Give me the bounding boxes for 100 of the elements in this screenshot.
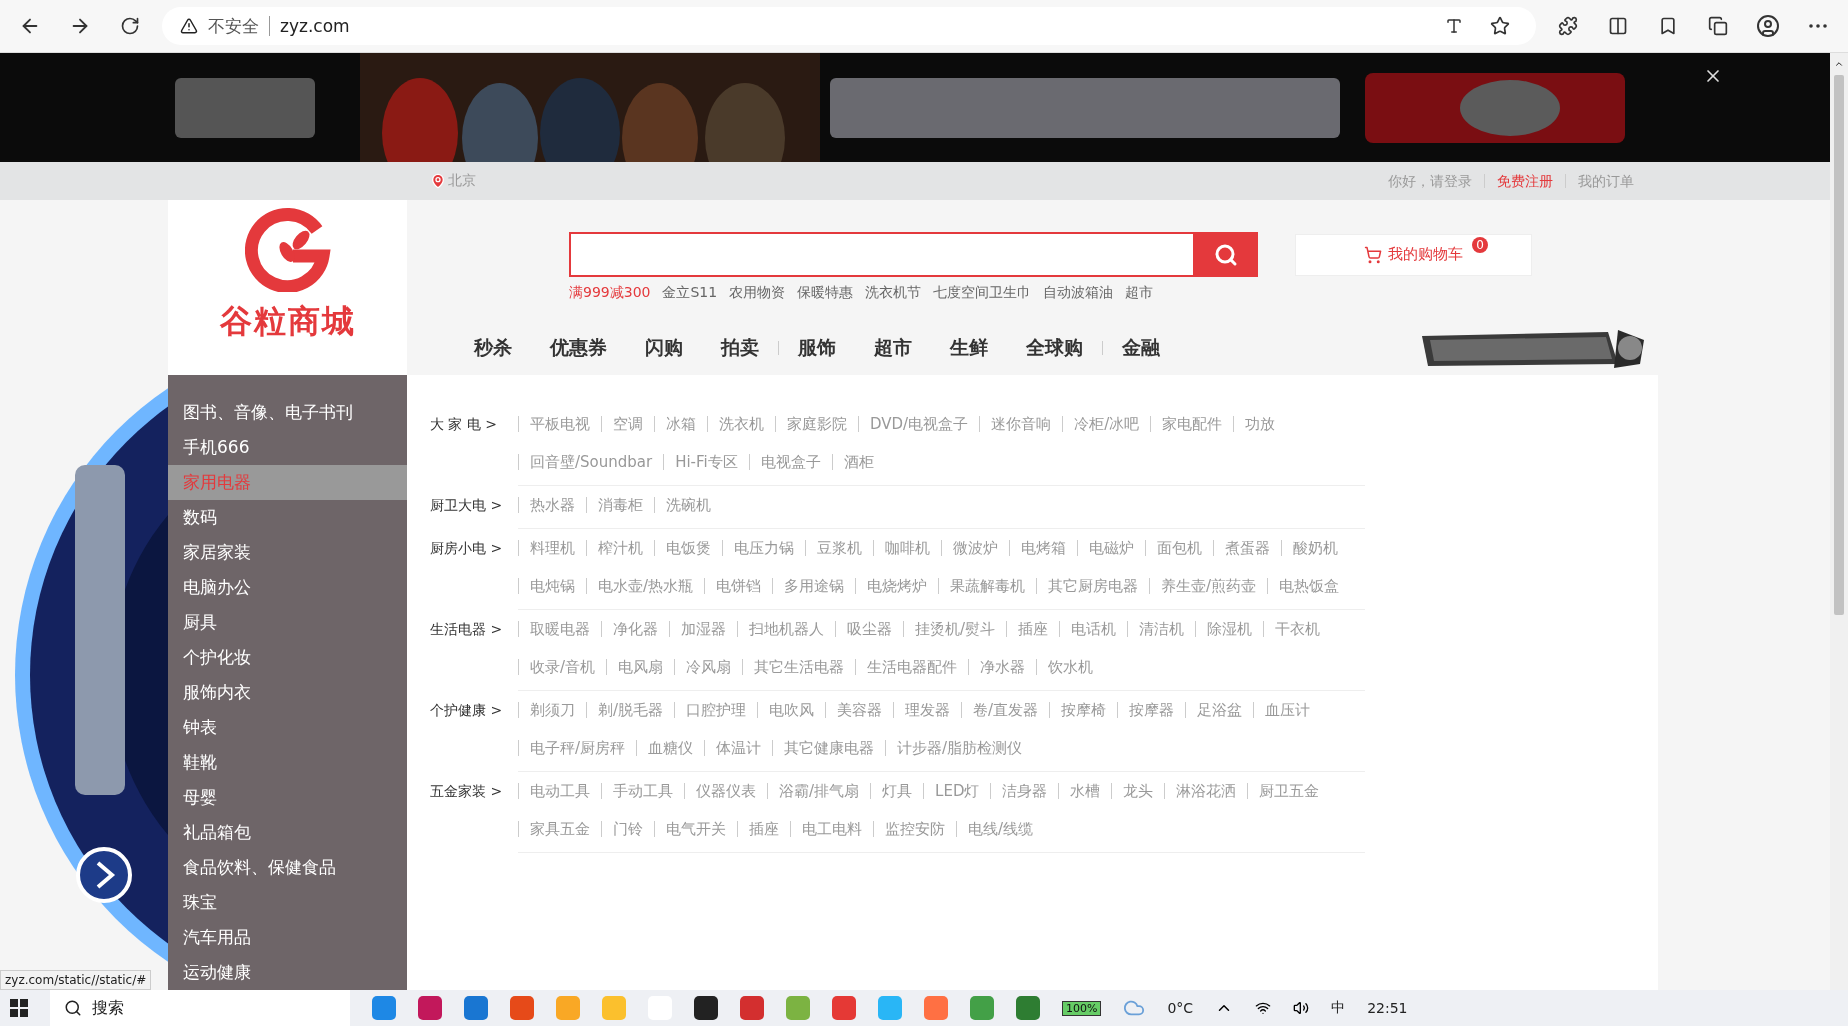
category-item[interactable]: 运动健康 [168, 955, 407, 990]
subcategory-link[interactable]: 其它厨房电器 [1036, 578, 1150, 594]
subcategory-link[interactable]: 电线/线缆 [956, 821, 1045, 837]
category-item[interactable]: 个护化妆 [168, 640, 407, 675]
nav-link[interactable]: 优惠券 [531, 335, 626, 361]
subcategory-link[interactable]: 口腔护理 [674, 702, 758, 718]
subcategory-link[interactable]: 平板电视 [518, 416, 601, 432]
nav-link[interactable]: 拍卖 [702, 335, 778, 361]
subcategory-link[interactable]: 电气开关 [654, 821, 737, 837]
category-item[interactable]: 服饰内衣 [168, 675, 407, 710]
address-bar[interactable]: 不安全 zyz.com [162, 7, 1536, 45]
subcategory-link[interactable]: 电烤箱 [1009, 540, 1077, 556]
subcategory-link[interactable]: 加湿器 [669, 621, 737, 637]
volume-icon[interactable] [1293, 1000, 1310, 1016]
subcategory-link[interactable]: 血糖仪 [636, 740, 705, 756]
subcategory-link[interactable]: DVD/电视盒子 [858, 416, 980, 432]
category-item[interactable]: 汽车用品 [168, 920, 407, 955]
hot-word-link[interactable]: 洗衣机节 [865, 284, 922, 302]
subcategory-link[interactable]: 清洁机 [1127, 621, 1196, 637]
subcategory-link[interactable]: 门铃 [601, 821, 654, 837]
subcategory-link[interactable]: 挂烫机/熨斗 [903, 621, 1007, 637]
subcategory-link[interactable]: 计步器/脂肪检测仪 [885, 740, 1034, 756]
subcategory-link[interactable]: 龙头 [1111, 783, 1165, 799]
hot-word-link[interactable]: 农用物资 [729, 284, 786, 302]
category-item[interactable]: 家居家装 [168, 535, 407, 570]
input-method-text[interactable]: 中 [1331, 999, 1346, 1017]
category-item[interactable]: 厨具 [168, 605, 407, 640]
subcategory-link[interactable]: 洗衣机 [707, 416, 775, 432]
subcategory-link[interactable]: 电吹风 [757, 702, 826, 718]
scrollbar-thumb[interactable] [1834, 75, 1844, 615]
hot-word-link[interactable]: 保暖特惠 [797, 284, 854, 302]
hot-word-link[interactable]: 金立S11 [662, 284, 718, 302]
windows-start-icon[interactable] [10, 999, 28, 1017]
nav-link[interactable]: 金融 [1103, 335, 1179, 361]
subcategory-link[interactable]: 浴霸/排气扇 [767, 783, 871, 799]
taskbar-search-field[interactable]: 搜索 [50, 990, 350, 1026]
subcategory-link[interactable]: 电热饭盒 [1267, 578, 1351, 594]
subcategory-link[interactable]: 冰箱 [654, 416, 707, 432]
subcategory-link[interactable]: 水槽 [1058, 783, 1112, 799]
nav-link[interactable]: 全球购 [1007, 335, 1102, 361]
subcategory-link[interactable]: 料理机 [518, 540, 586, 556]
hot-word-link[interactable]: 七度空间卫生巾 [933, 284, 1032, 302]
subcategory-link[interactable]: 迷你音响 [979, 416, 1063, 432]
subcategory-link[interactable]: 冷柜/冰吧 [1062, 416, 1151, 432]
category-item[interactable]: 食品饮料、保健食品 [168, 850, 407, 885]
subcategory-link[interactable]: 体温计 [704, 740, 773, 756]
nav-link[interactable]: 闪购 [626, 335, 702, 361]
nav-link[interactable]: 秒杀 [455, 335, 531, 361]
subcategory-link[interactable]: 取暖电器 [518, 621, 601, 637]
nav-link[interactable]: 生鲜 [931, 335, 1007, 361]
subcategory-link[interactable]: 电磁炉 [1077, 540, 1145, 556]
subcategory-link[interactable]: 家庭影院 [775, 416, 858, 432]
category-item[interactable]: 珠宝 [168, 885, 407, 920]
subcategory-link[interactable]: 酸奶机 [1281, 540, 1349, 556]
subcategory-link[interactable]: 干衣机 [1263, 621, 1332, 637]
subcategory-title[interactable]: 五金家装 > [430, 772, 518, 853]
subcategory-link[interactable]: 电动工具 [518, 783, 601, 799]
subcategory-link[interactable]: 电压力锅 [722, 540, 805, 556]
subcategory-link[interactable]: 家具五金 [518, 821, 601, 837]
subcategory-link[interactable]: 厨卫五金 [1247, 783, 1331, 799]
subcategory-link[interactable]: Hi-Fi专区 [663, 454, 749, 470]
subcategory-link[interactable]: 洗碗机 [654, 497, 722, 513]
subcategory-link[interactable]: 其它健康电器 [772, 740, 886, 756]
subcategory-link[interactable]: 功放 [1233, 416, 1287, 432]
subcategory-link[interactable]: 面包机 [1145, 540, 1213, 556]
nav-link[interactable]: 超市 [855, 335, 931, 361]
subcategory-link[interactable]: 电话机 [1059, 621, 1128, 637]
subcategory-link[interactable]: 按摩器 [1117, 702, 1186, 718]
subcategory-link[interactable]: 回音壁/Soundbar [518, 454, 664, 470]
subcategory-link[interactable]: 仪器仪表 [684, 783, 767, 799]
subcategory-link[interactable]: 净水器 [968, 659, 1037, 675]
subcategory-link[interactable]: 洁身器 [990, 783, 1059, 799]
subcategory-link[interactable]: 家电配件 [1150, 416, 1234, 432]
subcategory-link[interactable]: 插座 [737, 821, 790, 837]
subcategory-link[interactable]: 多用途锅 [772, 578, 856, 594]
subcategory-link[interactable]: 理发器 [893, 702, 962, 718]
subcategory-link[interactable]: 果蔬解毒机 [938, 578, 1037, 594]
subcategory-link[interactable]: 收录/音机 [518, 659, 607, 675]
category-item[interactable]: 钟表 [168, 710, 407, 745]
subcategory-link[interactable]: 按摩椅 [1049, 702, 1118, 718]
nav-link[interactable]: 服饰 [779, 335, 855, 361]
subcategory-title[interactable]: 厨房小电 > [430, 529, 518, 610]
subcategory-link[interactable]: 电水壶/热水瓶 [586, 578, 705, 594]
subcategory-link[interactable]: 咖啡机 [873, 540, 941, 556]
subcategory-title[interactable]: 生活电器 > [430, 610, 518, 691]
cart-button[interactable]: 我的购物车 0 [1295, 233, 1532, 276]
subcategory-title[interactable]: 大 家 电 > [430, 405, 518, 486]
subcategory-link[interactable]: 电风扇 [606, 659, 675, 675]
subcategory-link[interactable]: 电子秤/厨房秤 [518, 740, 637, 756]
subcategory-link[interactable]: 冷风扇 [674, 659, 743, 675]
subcategory-link[interactable]: 养生壶/煎药壶 [1149, 578, 1268, 594]
subcategory-link[interactable]: 剃须刀 [518, 702, 586, 718]
subcategory-link[interactable]: 消毒柜 [586, 497, 654, 513]
header-link[interactable]: 免费注册 [1484, 174, 1565, 188]
subcategory-link[interactable]: 净化器 [601, 621, 669, 637]
subcategory-link[interactable]: 卷/直发器 [961, 702, 1050, 718]
subcategory-link[interactable]: 榨汁机 [586, 540, 654, 556]
subcategory-title[interactable]: 个护健康 > [430, 691, 518, 772]
header-link[interactable]: 我的订单 [1565, 174, 1646, 188]
subcategory-link[interactable]: 其它生活电器 [742, 659, 856, 675]
